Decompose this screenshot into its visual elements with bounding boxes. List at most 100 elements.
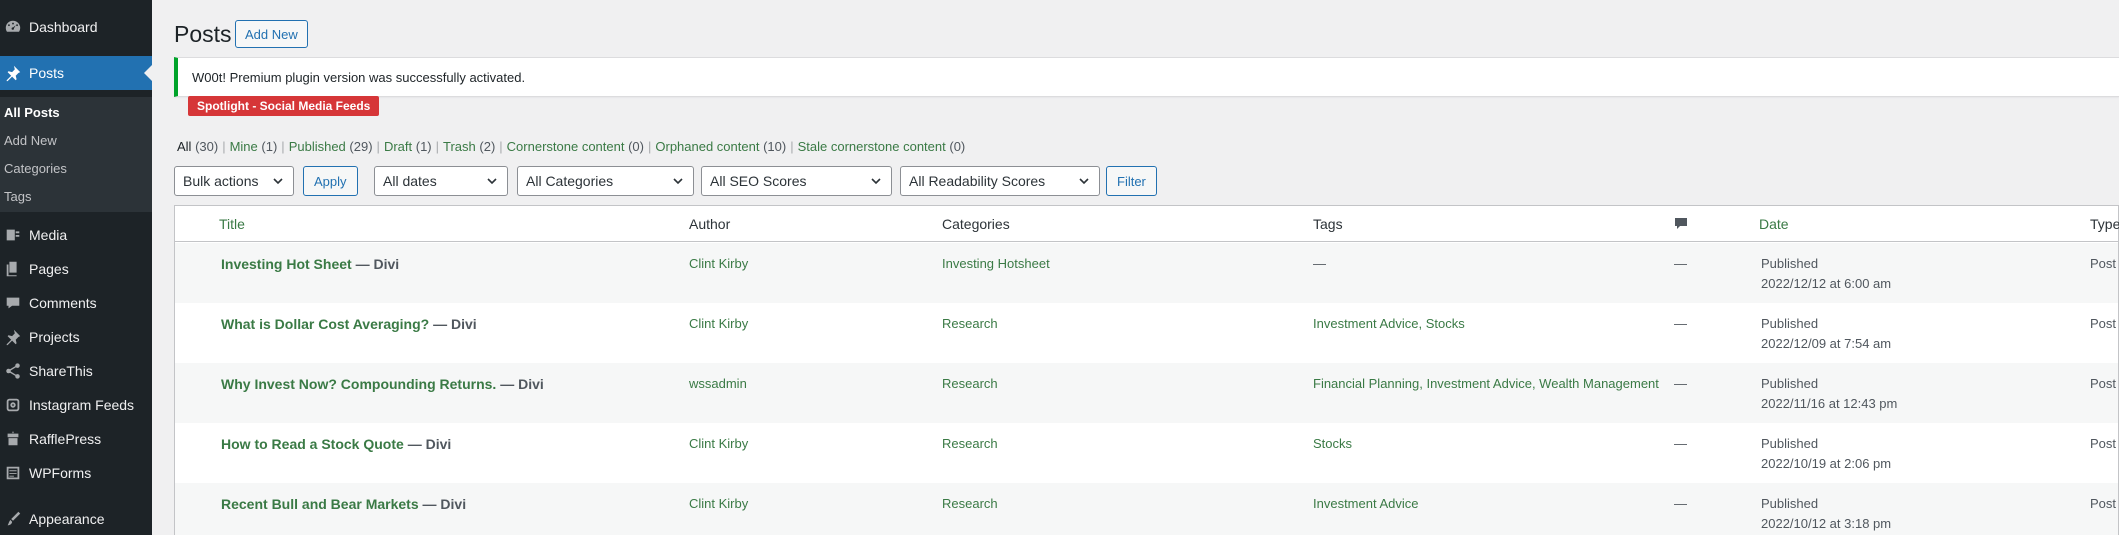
comment-bubble-icon[interactable] — [1674, 217, 1688, 231]
post-tags[interactable]: Stocks — [1313, 434, 1352, 454]
filter-button[interactable]: Filter — [1106, 166, 1157, 196]
chevron-down-icon — [673, 178, 683, 185]
chevron-down-icon — [871, 178, 881, 185]
post-date: Published 2022/11/16 at 12:43 pm — [1761, 374, 1897, 414]
post-date-value: 2022/12/12 at 6:00 am — [1761, 276, 1892, 291]
post-title[interactable]: How to Read a Stock Quote — [221, 436, 404, 452]
column-tags: Tags — [1313, 216, 1343, 232]
post-categories[interactable]: Research — [942, 434, 998, 454]
post-title-cell[interactable]: How to Read a Stock Quote — Divi — [221, 434, 451, 454]
post-categories[interactable]: Research — [942, 314, 998, 334]
column-author: Author — [689, 216, 731, 232]
sidebar-item-label: ShareThis — [29, 363, 93, 379]
sidebar-item-wpforms[interactable]: WPForms — [0, 456, 152, 490]
column-title[interactable]: Title — [219, 216, 245, 232]
column-date[interactable]: Date — [1759, 216, 1789, 232]
posts-submenu: All Posts Add New Categories Tags — [0, 97, 152, 212]
table-row: Why Invest Now? Compounding Returns. — D… — [175, 363, 2118, 423]
readability-scores-select[interactable]: All Readability Scores — [900, 166, 1100, 196]
view-mine[interactable]: Mine (1) — [230, 139, 278, 154]
view-stale-cornerstone[interactable]: Stale cornerstone content (0) — [798, 139, 966, 154]
post-title[interactable]: Recent Bull and Bear Markets — [221, 496, 419, 512]
post-author[interactable]: Clint Kirby — [689, 314, 748, 334]
post-title-cell[interactable]: Why Invest Now? Compounding Returns. — D… — [221, 374, 544, 394]
post-date-value: 2022/10/19 at 2:06 pm — [1761, 456, 1892, 471]
view-label: Mine — [229, 139, 258, 154]
media-icon — [2, 224, 24, 246]
sidebar-item-comments[interactable]: Comments — [0, 286, 152, 320]
post-categories[interactable]: Research — [942, 494, 998, 514]
post-title[interactable]: Why Invest Now? Compounding Returns. — [221, 376, 496, 392]
wpforms-icon — [2, 462, 24, 484]
dates-select[interactable]: All dates — [374, 166, 508, 196]
comment-icon — [2, 292, 24, 314]
post-comments: — — [1674, 496, 1687, 511]
post-title[interactable]: What is Dollar Cost Averaging? — [221, 316, 429, 332]
notice-message: Premium plugin version was successfully … — [225, 70, 526, 85]
post-tags[interactable]: Investment Advice — [1313, 494, 1419, 514]
view-cornerstone[interactable]: Cornerstone content (0) — [507, 139, 644, 154]
sidebar-item-label: Projects — [29, 329, 80, 345]
categories-select[interactable]: All Categories — [517, 166, 694, 196]
post-tags[interactable]: Financial Planning, Investment Advice, W… — [1313, 374, 1659, 394]
view-count: (0) — [628, 139, 644, 154]
post-author[interactable]: wssadmin — [689, 374, 747, 394]
sidebar-item-label: Comments — [29, 295, 97, 311]
column-type: Type — [2090, 216, 2119, 232]
sidebar-item-media[interactable]: Media — [0, 218, 152, 252]
seo-scores-select[interactable]: All SEO Scores — [701, 166, 892, 196]
post-author[interactable]: Clint Kirby — [689, 254, 748, 274]
submenu-tags[interactable]: Tags — [4, 183, 31, 209]
table-row: How to Read a Stock Quote — Divi Clint K… — [175, 423, 2118, 483]
post-author[interactable]: Clint Kirby — [689, 434, 748, 454]
sidebar-item-label: Pages — [29, 261, 69, 277]
notice-text: W00t! Premium plugin version was success… — [192, 70, 525, 85]
post-categories[interactable]: Investing Hotsheet — [942, 254, 1050, 274]
submenu-categories[interactable]: Categories — [4, 155, 67, 181]
submenu-add-new[interactable]: Add New — [4, 127, 57, 153]
post-status: Published — [1761, 376, 1819, 391]
post-state: — Divi — [418, 496, 467, 512]
apply-button[interactable]: Apply — [303, 166, 358, 196]
view-label: Published — [288, 139, 346, 154]
spotlight-badge[interactable]: Spotlight - Social Media Feeds — [188, 96, 380, 116]
post-title-cell[interactable]: Investing Hot Sheet — Divi — [221, 254, 399, 274]
sidebar-item-label: Appearance — [29, 511, 105, 527]
sidebar-item-instagram-feeds[interactable]: Instagram Feeds — [0, 388, 152, 422]
view-published[interactable]: Published (29) — [289, 139, 373, 154]
post-title[interactable]: Investing Hot Sheet — [221, 256, 352, 272]
select-value: Bulk actions — [183, 173, 259, 189]
sidebar-item-rafflepress[interactable]: RafflePress — [0, 422, 152, 456]
post-tags[interactable]: Investment Advice, Stocks — [1313, 314, 1465, 334]
view-draft[interactable]: Draft (1) — [384, 139, 432, 154]
post-type: Post — [2090, 436, 2117, 451]
sidebar-item-dashboard[interactable]: Dashboard — [0, 10, 152, 44]
select-value: All dates — [383, 173, 437, 189]
post-title-cell[interactable]: Recent Bull and Bear Markets — Divi — [221, 494, 466, 514]
posts-table: Title Author Categories Tags Date Type I… — [174, 205, 2119, 535]
bulk-actions-select[interactable]: Bulk actions — [174, 166, 294, 196]
sidebar-item-label: Instagram Feeds — [29, 397, 135, 413]
view-count: (1) — [415, 139, 432, 154]
submenu-all-posts[interactable]: All Posts — [4, 99, 60, 125]
sidebar-item-projects[interactable]: Projects — [0, 320, 152, 354]
post-title-cell[interactable]: What is Dollar Cost Averaging? — Divi — [221, 314, 477, 334]
sidebar-item-label: Media — [29, 227, 68, 243]
sidebar-item-label: WPForms — [29, 465, 92, 481]
post-date: Published 2022/10/19 at 2:06 pm — [1761, 434, 1891, 474]
view-all[interactable]: All (30) — [177, 139, 218, 154]
sidebar-item-posts[interactable]: Posts — [0, 56, 152, 90]
post-type: Post — [2090, 316, 2117, 331]
sidebar-item-pages[interactable]: Pages — [0, 252, 152, 286]
sidebar-item-appearance[interactable]: Appearance — [0, 502, 152, 535]
view-orphaned[interactable]: Orphaned content (10) — [655, 139, 786, 154]
post-categories[interactable]: Research — [942, 374, 998, 394]
view-trash[interactable]: Trash (2) — [443, 139, 495, 154]
post-views-filter: All (30) | Mine (1) | Published (29) | Draft (… — [177, 139, 966, 154]
add-new-button[interactable]: Add New — [235, 20, 308, 48]
post-comments: — — [1674, 316, 1687, 331]
post-author[interactable]: Clint Kirby — [689, 494, 748, 514]
view-count: (10) — [763, 139, 787, 154]
sidebar-item-sharethis[interactable]: ShareThis — [0, 354, 152, 388]
view-count: (1) — [261, 139, 278, 154]
